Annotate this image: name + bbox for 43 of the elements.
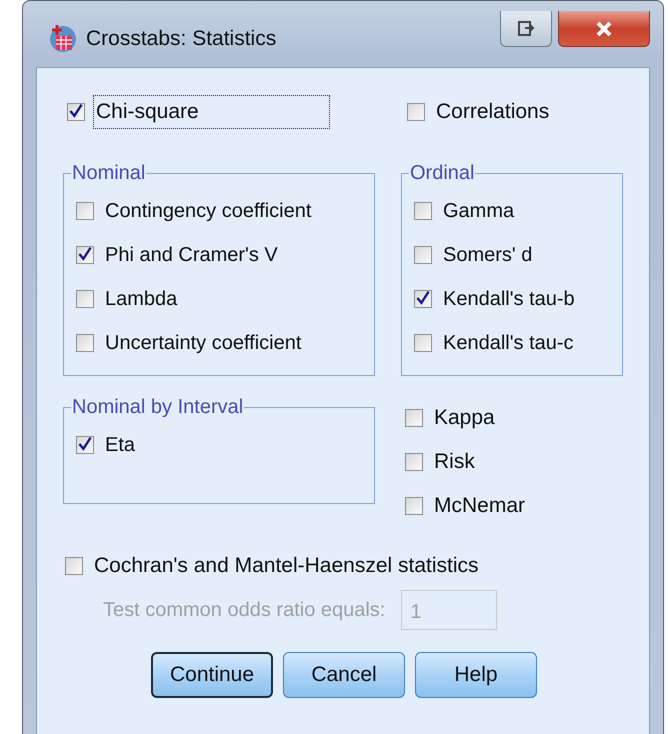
checkbox[interactable] <box>405 409 423 427</box>
checkbox[interactable] <box>414 290 432 308</box>
checkbox-label: Cochran's and Mantel-Haenszel statistics <box>93 553 480 579</box>
checkbox-label: Uncertainty coefficient <box>104 330 302 356</box>
restore-button[interactable] <box>500 11 552 47</box>
checkbox[interactable] <box>76 436 94 454</box>
checkbox[interactable] <box>67 103 85 121</box>
checkbox-label: Somers' d <box>442 242 534 268</box>
close-button[interactable] <box>558 11 650 47</box>
checkbox[interactable] <box>414 246 432 264</box>
checkbox-label: Chi-square <box>93 95 330 129</box>
field-label: Test common odds ratio equals: <box>103 598 386 622</box>
checkbox-label: McNemar <box>433 493 526 519</box>
checkbox-label: Eta <box>104 432 136 458</box>
checkbox[interactable] <box>76 246 94 264</box>
group-title: Nominal by Interval <box>71 396 244 419</box>
checkbox-label: Lambda <box>104 286 178 312</box>
checkbox[interactable] <box>407 103 425 121</box>
checkbox-label: Kendall's tau-c <box>442 330 575 356</box>
checkbox-label: Kendall's tau-b <box>442 286 576 312</box>
dialog-button[interactable]: Cancel <box>283 652 405 698</box>
checkbox[interactable] <box>65 557 83 575</box>
checkbox[interactable] <box>76 202 94 220</box>
checkbox-label: Risk <box>433 449 476 475</box>
checkbox[interactable] <box>414 334 432 352</box>
window-icon <box>517 20 535 36</box>
checkbox-label: Phi and Cramer's V <box>104 242 279 268</box>
group-title: Nominal <box>71 162 146 185</box>
checkbox[interactable] <box>76 290 94 308</box>
checkbox-label: Correlations <box>435 99 550 125</box>
table-icon <box>48 24 78 54</box>
checkbox-label: Kappa <box>433 405 496 431</box>
close-icon <box>594 20 614 36</box>
checkbox[interactable] <box>76 334 94 352</box>
checkbox-label: Contingency coefficient <box>104 198 312 224</box>
checkbox[interactable] <box>405 453 423 471</box>
checkbox[interactable] <box>405 497 423 515</box>
dialog-button[interactable]: Help <box>415 652 537 698</box>
checkbox-label: Gamma <box>442 198 516 224</box>
checkbox[interactable] <box>414 202 432 220</box>
window-title: Crosstabs: Statistics <box>86 27 276 51</box>
group-title: Ordinal <box>409 162 476 185</box>
dialog-button[interactable]: Continue <box>151 652 273 698</box>
